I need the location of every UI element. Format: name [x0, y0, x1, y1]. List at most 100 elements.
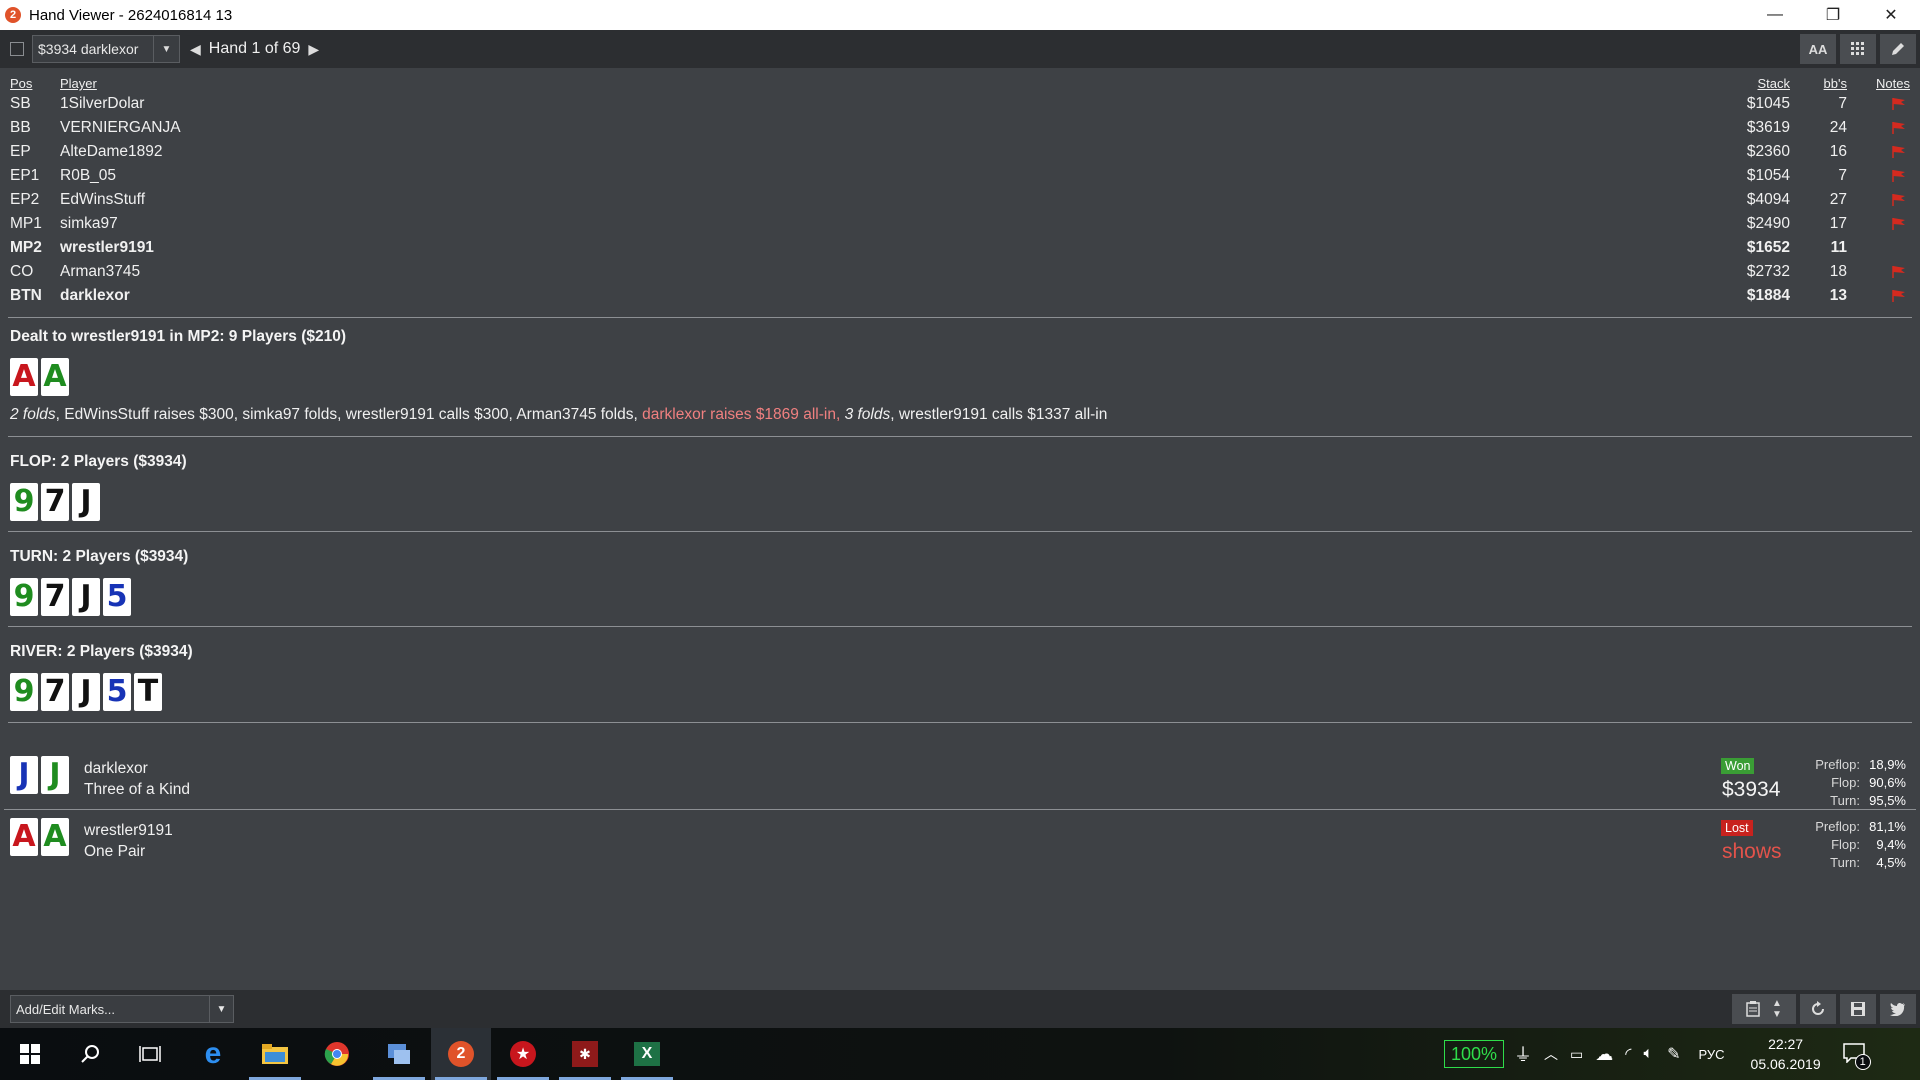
won-amount: $3934: [1722, 778, 1781, 801]
clipboard-button[interactable]: ▲ ▼: [1732, 994, 1796, 1024]
chevron-up-icon[interactable]: ︿: [1544, 1044, 1558, 1064]
language-indicator[interactable]: РУС: [1699, 1047, 1725, 1062]
equity-label: Turn:: [1830, 793, 1860, 808]
table-row[interactable]: SB 1SilverDolar $1045 7: [0, 92, 1920, 116]
start-button[interactable]: [0, 1028, 60, 1080]
row-player-name[interactable]: EdWinsStuff: [60, 191, 145, 209]
network-app-icon: [388, 1044, 410, 1064]
search-button[interactable]: [60, 1028, 120, 1080]
note-flag-icon[interactable]: [1892, 266, 1906, 278]
note-flag-icon[interactable]: [1892, 194, 1906, 206]
row-stack: $1884: [1746, 287, 1790, 304]
result-hand-rank: Three of a Kind: [84, 781, 190, 798]
note-flag-icon[interactable]: [1892, 146, 1906, 158]
taskbar-holdem-manager[interactable]: 2: [431, 1028, 491, 1080]
battery-percentage[interactable]: 100%: [1444, 1040, 1505, 1068]
plug-icon[interactable]: ⏚: [1514, 1041, 1532, 1067]
row-player-name[interactable]: 1SilverDolar: [60, 95, 144, 113]
table-row[interactable]: EP AlteDame1892 $2360 16: [0, 140, 1920, 164]
next-hand-icon[interactable]: ▶: [308, 41, 319, 58]
row-player-name[interactable]: VERNIERGANJA: [60, 119, 181, 137]
row-player-name[interactable]: darklexor: [60, 287, 130, 305]
pen-icon[interactable]: ✎: [1667, 1044, 1680, 1064]
table-header: Pos Player Stack bb's Notes: [0, 74, 1920, 92]
result-row: AA wrestler9191 One Pair Lost shows Pref…: [0, 818, 1920, 878]
player-dropdown[interactable]: $3934 darklexor ▼: [32, 35, 180, 63]
windows-logo-icon: [20, 1044, 40, 1064]
wifi-icon[interactable]: ◜: [1625, 1044, 1631, 1064]
playing-card: J: [72, 673, 100, 711]
window-title: Hand Viewer - 2624016814 13: [29, 6, 233, 24]
minimize-button[interactable]: —: [1746, 0, 1804, 30]
row-position: BTN: [10, 287, 42, 304]
taskbar-explorer[interactable]: [245, 1028, 305, 1080]
river-cards: 97J5T: [10, 673, 162, 711]
result-row: JJ darklexor Three of a Kind Won $3934 P…: [0, 756, 1920, 816]
header-player[interactable]: Player: [60, 76, 97, 91]
volume-icon[interactable]: 🔈︎: [1643, 1045, 1653, 1063]
row-big-blinds: 24: [1829, 119, 1847, 136]
taskbar-excel[interactable]: X: [617, 1028, 677, 1080]
notification-center[interactable]: 1: [1842, 1042, 1871, 1070]
result-player-name[interactable]: darklexor: [84, 760, 148, 778]
equity-label: Turn:: [1830, 855, 1860, 870]
cloud-icon[interactable]: ☁: [1595, 1044, 1613, 1065]
header-stack[interactable]: Stack: [1757, 76, 1790, 91]
table-row[interactable]: BTN darklexor $1884 13: [0, 284, 1920, 308]
row-player-name[interactable]: simka97: [60, 215, 118, 233]
note-flag-icon[interactable]: [1892, 218, 1906, 230]
edit-button[interactable]: [1880, 34, 1916, 64]
table-row[interactable]: EP1 R0B_05 $1054 7: [0, 164, 1920, 188]
row-player-name[interactable]: wrestler9191: [60, 239, 154, 257]
note-flag-icon[interactable]: [1892, 98, 1906, 110]
header-notes[interactable]: Notes: [1876, 76, 1910, 91]
row-position: MP1: [10, 215, 42, 232]
result-player-name[interactable]: wrestler9191: [84, 822, 173, 840]
equity-value: 90,6%: [1869, 775, 1906, 790]
row-player-name[interactable]: Arman3745: [60, 263, 140, 281]
replay-button[interactable]: [1800, 994, 1836, 1024]
taskbar-pokerstars[interactable]: ★: [493, 1028, 553, 1080]
row-big-blinds: 27: [1829, 191, 1847, 208]
close-button[interactable]: ✕: [1862, 0, 1920, 30]
row-big-blinds: 11: [1830, 239, 1847, 256]
save-button[interactable]: [1840, 994, 1876, 1024]
twitter-button[interactable]: [1880, 994, 1916, 1024]
divider: [4, 809, 1916, 810]
divider: [8, 317, 1912, 318]
marks-dropdown[interactable]: Add/Edit Marks... ▼: [10, 995, 234, 1023]
header-bbs[interactable]: bb's: [1824, 76, 1847, 91]
table-row[interactable]: MP1 simka97 $2490 17: [0, 212, 1920, 236]
select-checkbox[interactable]: [10, 42, 24, 56]
row-big-blinds: 13: [1829, 287, 1847, 304]
search-icon: [81, 1045, 99, 1063]
row-big-blinds: 7: [1838, 95, 1847, 112]
players-table: Pos Player Stack bb's Notes SB 1SilverDol…: [0, 74, 1920, 308]
taskbar-edge[interactable]: e: [183, 1028, 243, 1080]
note-flag-icon[interactable]: [1892, 170, 1906, 182]
highlighted-action: darklexor raises $1869 all-in,: [642, 406, 841, 423]
table-row[interactable]: MP2 wrestler9191 $1652 11: [0, 236, 1920, 260]
taskbar-app[interactable]: [369, 1028, 429, 1080]
chevron-down-icon[interactable]: ▼: [209, 996, 233, 1022]
table-row[interactable]: BB VERNIERGANJA $3619 24: [0, 116, 1920, 140]
task-view-button[interactable]: [120, 1028, 180, 1080]
taskbar-chrome[interactable]: [307, 1028, 367, 1080]
restore-button[interactable]: ❐: [1804, 0, 1862, 30]
note-flag-icon[interactable]: [1892, 290, 1906, 302]
taskbar-poker-app[interactable]: ✱: [555, 1028, 615, 1080]
font-size-button[interactable]: AA: [1800, 34, 1836, 64]
table-row[interactable]: CO Arman3745 $2732 18: [0, 260, 1920, 284]
equity-label: Preflop:: [1815, 757, 1860, 772]
chevron-down-icon[interactable]: ▼: [153, 36, 179, 62]
row-player-name[interactable]: R0B_05: [60, 167, 116, 185]
equity-value: 81,1%: [1869, 819, 1906, 834]
previous-hand-icon[interactable]: ◀: [190, 41, 201, 58]
note-flag-icon[interactable]: [1892, 122, 1906, 134]
table-row[interactable]: EP2 EdWinsStuff $4094 27: [0, 188, 1920, 212]
grid-button[interactable]: [1840, 34, 1876, 64]
clock[interactable]: 22:27 05.06.2019: [1751, 1034, 1821, 1074]
header-pos[interactable]: Pos: [10, 76, 32, 91]
battery-icon[interactable]: ▭: [1570, 1046, 1583, 1063]
row-player-name[interactable]: AlteDame1892: [60, 143, 163, 161]
